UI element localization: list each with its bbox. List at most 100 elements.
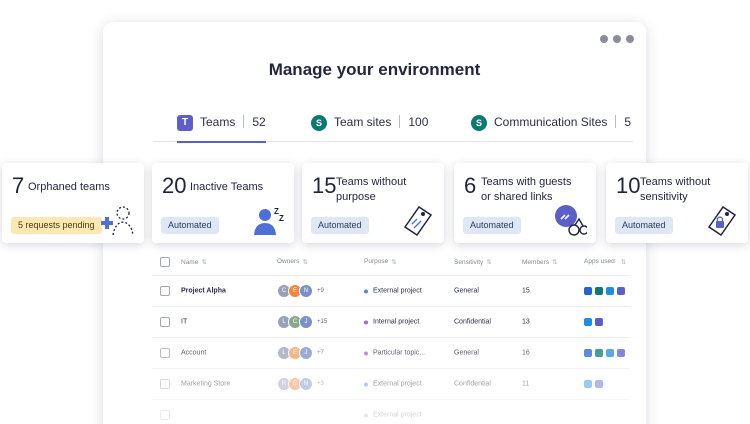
table-row[interactable]: Account L E J +7 Particular topic... General 16 bbox=[152, 338, 630, 369]
card-teams-without-sensitivity[interactable]: 10 Teams without sensitivity Automated bbox=[606, 163, 748, 243]
owners-more: +7 bbox=[317, 350, 324, 356]
table-body: Project Alpha C E N +9 External project Genera… bbox=[152, 276, 630, 424]
members-cell: 15 bbox=[522, 287, 530, 295]
owners-more: +15 bbox=[317, 319, 328, 325]
table-row[interactable]: Project Alpha C E N +9 External project Genera… bbox=[152, 276, 630, 307]
app-icon bbox=[595, 318, 603, 326]
owners-more: +3 bbox=[317, 381, 324, 387]
members-cell: 16 bbox=[522, 349, 530, 357]
team-name[interactable]: Project Alpha bbox=[181, 288, 226, 295]
page-title: Manage your environment bbox=[268, 60, 481, 79]
card-number: 10 bbox=[616, 173, 641, 198]
sleeping-user-icon: Z Z bbox=[254, 207, 284, 235]
members-cell: 13 bbox=[522, 318, 530, 326]
owners-cell: C E N +9 bbox=[277, 284, 324, 298]
app-icon bbox=[584, 380, 592, 388]
team-name[interactable]: IT bbox=[181, 319, 187, 326]
sharepoint-icon: S bbox=[471, 115, 487, 131]
header-purpose[interactable]: Purpose ⇅ bbox=[364, 258, 397, 266]
table-row[interactable]: IT L C J +15 Internal project Confidential 13 bbox=[152, 307, 630, 338]
card-number: 6 bbox=[464, 173, 477, 198]
table-header: Name ⇅ Owners ⇅ Purpose ⇅ Sensitivity ⇅ Memb… bbox=[152, 248, 630, 276]
tab-label: Team sites bbox=[334, 115, 392, 129]
svg-text:Z: Z bbox=[279, 214, 284, 223]
guest-link-icon bbox=[555, 205, 587, 236]
status-badge: Automated bbox=[615, 217, 673, 234]
app-icon bbox=[584, 318, 592, 326]
status-badge: Automated bbox=[161, 217, 219, 234]
table-row[interactable]: Marketing Store R E N +3 External project Conf… bbox=[152, 369, 630, 400]
insight-cards: 7 Orphaned teams 5 requests pending 20 I… bbox=[0, 163, 750, 243]
sensitivity-cell: General bbox=[454, 287, 479, 295]
card-label: Teams without purpose bbox=[336, 176, 407, 203]
tab-communication-sites[interactable]: S Communication Sites 5 bbox=[471, 108, 631, 141]
tab-bar: T Teams 52 S Team sites 100 S Communicat… bbox=[153, 108, 633, 143]
sensitivity-cell: Confidential bbox=[454, 380, 491, 388]
window-menu-icon[interactable] bbox=[600, 35, 634, 43]
sharepoint-icon: S bbox=[311, 115, 327, 131]
purpose-cell: Particular topic... bbox=[364, 350, 425, 357]
header-apps[interactable]: Apps used ⇅ bbox=[584, 258, 626, 266]
app-icon bbox=[595, 349, 603, 357]
owners-cell: L E J +7 bbox=[277, 346, 324, 360]
avatar: N bbox=[299, 377, 313, 391]
card-orphaned-teams[interactable]: 7 Orphaned teams 5 requests pending bbox=[2, 163, 144, 243]
apps-cell bbox=[584, 287, 625, 295]
status-badge: Automated bbox=[463, 217, 521, 234]
owners-cell: L C J +15 bbox=[277, 315, 327, 329]
tab-team-sites[interactable]: S Team sites 100 bbox=[311, 108, 428, 141]
app-icon bbox=[584, 349, 592, 357]
card-inactive-teams[interactable]: 20 Inactive Teams Automated Z Z bbox=[152, 163, 294, 243]
card-teams-with-guests[interactable]: 6 Teams with guests or shared links Auto… bbox=[454, 163, 596, 243]
members-cell: 11 bbox=[522, 380, 530, 388]
app-icon bbox=[595, 380, 603, 388]
avatar: N bbox=[299, 284, 313, 298]
row-checkbox[interactable] bbox=[160, 286, 170, 296]
app-icon bbox=[617, 287, 625, 295]
apps-cell bbox=[584, 349, 625, 357]
header-sensitivity[interactable]: Sensitivity ⇅ bbox=[454, 258, 492, 266]
purpose-cell: External project bbox=[364, 412, 422, 419]
select-all-checkbox[interactable] bbox=[160, 256, 170, 267]
card-number: 20 bbox=[162, 173, 187, 198]
header-members[interactable]: Members ⇅ bbox=[522, 258, 558, 266]
card-label: Teams without sensitivity bbox=[640, 176, 711, 203]
purpose-cell: External project bbox=[364, 381, 422, 388]
header-name[interactable]: Name ⇅ bbox=[181, 258, 207, 266]
card-teams-without-purpose[interactable]: 15 Teams without purpose Automated bbox=[302, 163, 444, 243]
app-icon bbox=[606, 349, 614, 357]
tab-teams[interactable]: T Teams 52 bbox=[177, 108, 266, 143]
header-owners[interactable]: Owners ⇅ bbox=[277, 258, 308, 266]
card-label: Orphaned teams bbox=[28, 181, 110, 193]
app-icon bbox=[595, 287, 603, 295]
owners-cell: R E N +3 bbox=[277, 377, 324, 391]
table-row[interactable]: External project bbox=[152, 400, 630, 424]
card-label: Teams with guests or shared links bbox=[481, 176, 572, 203]
tab-count: 52 bbox=[252, 115, 266, 129]
app-icon bbox=[617, 349, 625, 357]
status-badge: 5 requests pending bbox=[11, 217, 102, 234]
row-checkbox[interactable] bbox=[160, 317, 170, 327]
app-icon bbox=[584, 287, 592, 295]
apps-cell bbox=[584, 380, 603, 388]
tab-label: Communication Sites bbox=[494, 115, 608, 129]
team-name[interactable]: Marketing Store bbox=[181, 381, 230, 388]
add-owner-icon bbox=[101, 206, 134, 236]
owners-more: +9 bbox=[317, 288, 324, 294]
card-number: 15 bbox=[312, 173, 337, 198]
teams-table: Name ⇅ Owners ⇅ Purpose ⇅ Sensitivity ⇅ Memb… bbox=[152, 248, 630, 424]
row-checkbox[interactable] bbox=[160, 348, 170, 358]
team-name[interactable]: Account bbox=[181, 350, 206, 357]
app-icon bbox=[606, 287, 614, 295]
row-checkbox[interactable] bbox=[160, 410, 170, 420]
tab-label: Teams bbox=[200, 115, 236, 129]
tab-count: 5 bbox=[624, 115, 632, 129]
lock-tag-icon bbox=[707, 205, 737, 237]
purpose-cell: External project bbox=[364, 288, 422, 295]
row-checkbox[interactable] bbox=[160, 379, 170, 389]
card-label: Inactive Teams bbox=[190, 181, 264, 193]
tag-icon bbox=[403, 205, 433, 237]
status-badge: Automated bbox=[311, 217, 369, 234]
card-number: 7 bbox=[12, 173, 25, 198]
teams-icon: T bbox=[177, 115, 193, 131]
